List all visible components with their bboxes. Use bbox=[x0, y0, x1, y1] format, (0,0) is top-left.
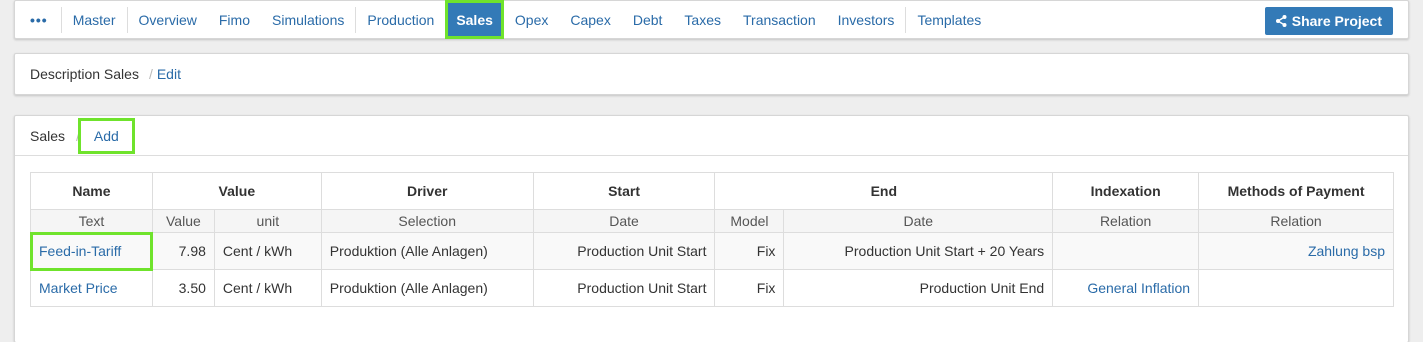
row-name-link[interactable]: Feed-in-Tariff bbox=[29, 231, 154, 271]
nav-templates[interactable]: Templates bbox=[906, 0, 992, 39]
nav-transaction[interactable]: Transaction bbox=[732, 0, 827, 39]
col-value-header: Value bbox=[151, 172, 322, 210]
col-payment-header: Methods of Payment bbox=[1198, 172, 1394, 210]
sub-header: Selection bbox=[320, 209, 534, 233]
table-row: Market Price 3.50 Cent / kWh Produktion … bbox=[30, 269, 1394, 307]
row-unit: Cent / kWh bbox=[213, 269, 322, 307]
nav-sales[interactable]: Sales bbox=[445, 0, 504, 39]
col-indexation-header: Indexation bbox=[1052, 172, 1200, 210]
sub-header: Relation bbox=[1052, 209, 1200, 233]
row-indexation-link[interactable] bbox=[1052, 232, 1200, 270]
breadcrumb-separator: / bbox=[76, 127, 80, 144]
col-end-header: End bbox=[714, 172, 1054, 210]
row-end-date: Production Unit End bbox=[783, 269, 1054, 307]
breadcrumb-separator: / bbox=[148, 66, 153, 82]
nav-capex[interactable]: Capex bbox=[559, 0, 621, 39]
nav-simulations[interactable]: Simulations bbox=[261, 0, 355, 39]
share-project-label: Share Project bbox=[1291, 13, 1382, 29]
row-unit: Cent / kWh bbox=[213, 232, 322, 270]
sub-header: Model bbox=[714, 209, 785, 233]
share-icon bbox=[1275, 15, 1287, 27]
sub-header: Text bbox=[30, 209, 153, 233]
nav-taxes[interactable]: Taxes bbox=[673, 0, 732, 39]
row-start-date: Production Unit Start bbox=[532, 269, 716, 307]
nav-investors[interactable]: Investors bbox=[827, 0, 906, 39]
sales-title: Sales bbox=[30, 127, 66, 144]
nav-debt[interactable]: Debt bbox=[622, 0, 674, 39]
sales-header: Sales / Add bbox=[15, 116, 1408, 156]
row-name-link[interactable]: Market Price bbox=[30, 269, 153, 307]
row-start-date: Production Unit Start bbox=[532, 232, 716, 270]
add-sales-link[interactable]: Add bbox=[77, 117, 135, 154]
row-value: 7.98 bbox=[151, 232, 215, 270]
edit-description-link[interactable]: Edit bbox=[157, 66, 181, 82]
row-selection: Produktion (Alle Anlagen) bbox=[320, 269, 534, 307]
sub-header: Relation bbox=[1198, 209, 1394, 233]
row-end-date: Production Unit Start + 20 Years bbox=[783, 232, 1054, 270]
nav-production[interactable]: Production bbox=[356, 0, 445, 39]
col-start-header: Start bbox=[532, 172, 716, 210]
nav-overview[interactable]: Overview bbox=[128, 0, 208, 39]
sub-header: Date bbox=[783, 209, 1054, 233]
nav-fimo[interactable]: Fimo bbox=[208, 0, 261, 39]
row-selection: Produktion (Alle Anlagen) bbox=[320, 232, 534, 270]
sales-panel: Sales / Add Name Value Driver Start End … bbox=[14, 115, 1409, 342]
row-payment-link[interactable]: Zahlung bsp bbox=[1198, 232, 1394, 270]
sales-table: Name Value Driver Start End Indexation M… bbox=[29, 172, 1394, 307]
share-project-button[interactable]: Share Project bbox=[1264, 7, 1393, 35]
col-name-header: Name bbox=[30, 172, 153, 210]
row-end-model: Fix bbox=[714, 269, 785, 307]
sub-header: Value bbox=[151, 209, 215, 233]
top-nav: ••• Master Overview Fimo Simulations Pro… bbox=[14, 0, 1409, 39]
row-indexation-link[interactable]: General Inflation bbox=[1052, 269, 1200, 307]
nav-master[interactable]: Master bbox=[62, 0, 127, 39]
row-value: 3.50 bbox=[151, 269, 215, 307]
description-panel: Description Sales / Edit bbox=[14, 53, 1409, 95]
nav-opex[interactable]: Opex bbox=[504, 0, 559, 39]
sub-header: unit bbox=[213, 209, 322, 233]
row-end-model: Fix bbox=[714, 232, 785, 270]
col-driver-header: Driver bbox=[320, 172, 534, 210]
table-row: Feed-in-Tariff 7.98 Cent / kWh Produktio… bbox=[29, 231, 1394, 271]
row-payment-link[interactable] bbox=[1198, 269, 1394, 307]
ellipsis-icon[interactable]: ••• bbox=[15, 0, 61, 39]
sub-header: Date bbox=[532, 209, 716, 233]
description-title: Description Sales bbox=[30, 66, 139, 82]
